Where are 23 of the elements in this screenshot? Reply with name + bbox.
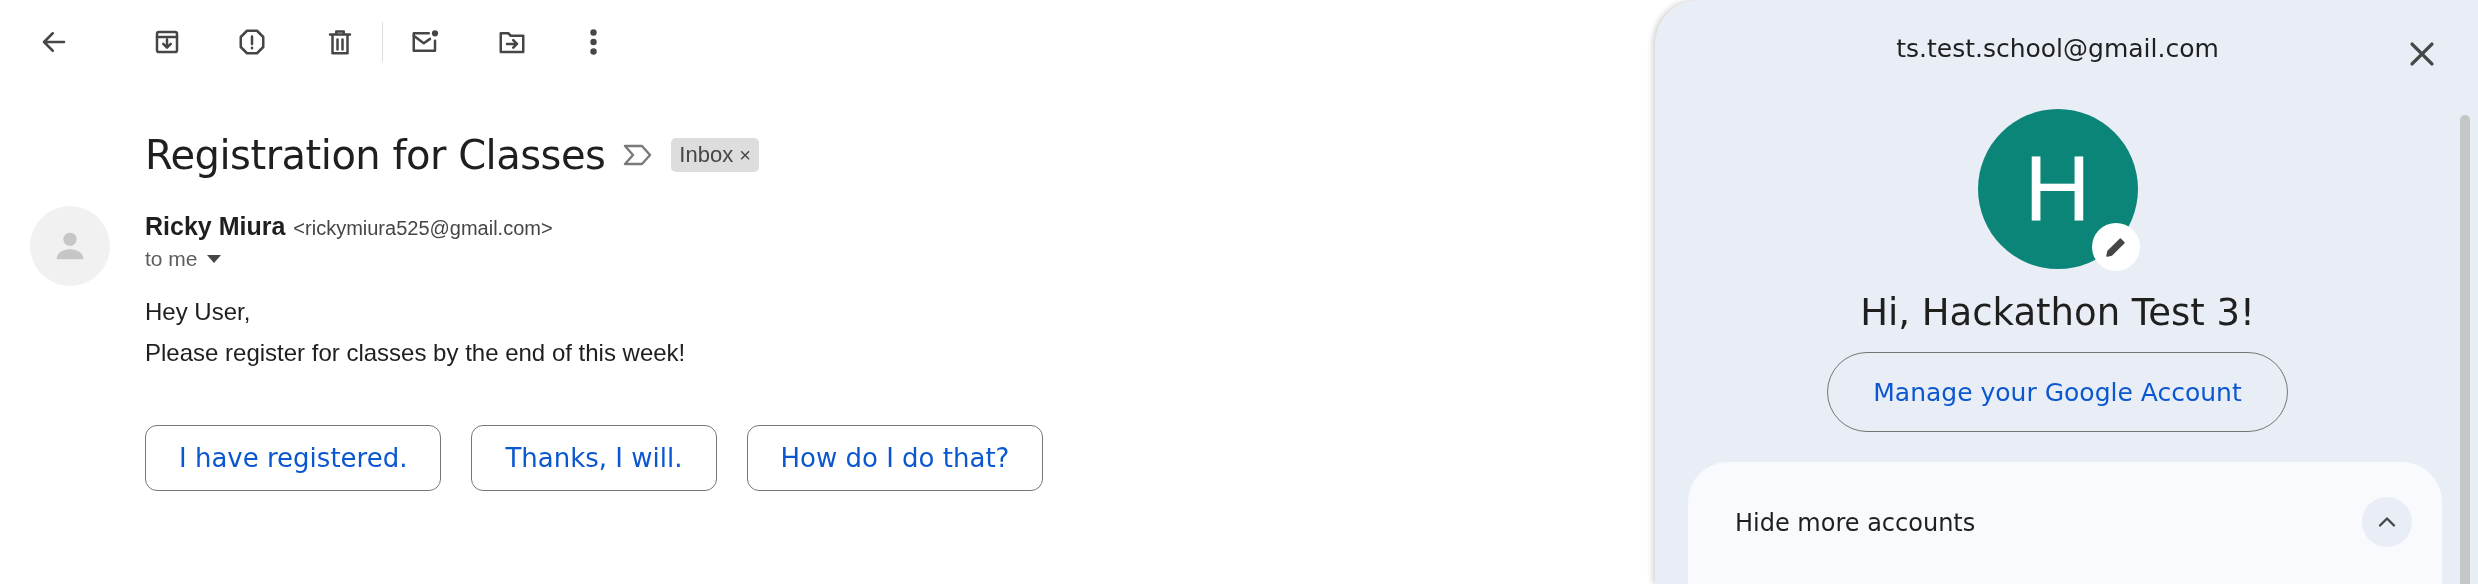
recipient-text: to me [145, 247, 198, 271]
label-chip[interactable]: Inbox × [671, 138, 759, 172]
sender-email: <rickymiura525@gmail.com> [293, 217, 553, 240]
importance-marker-icon[interactable] [623, 143, 654, 167]
edit-photo-button[interactable] [2091, 223, 2140, 271]
more-icon [589, 29, 597, 55]
dropdown-caret-icon[interactable] [205, 254, 222, 264]
account-avatar[interactable]: H [1977, 109, 2138, 269]
spam-icon [237, 27, 267, 57]
label-text: Inbox [679, 142, 734, 168]
smart-reply-button[interactable]: How do I do that? [746, 425, 1044, 491]
smart-reply-button[interactable]: Thanks, I will. [471, 425, 717, 491]
collapse-toggle-button[interactable] [2362, 497, 2412, 547]
accounts-toggle-label[interactable]: Hide more accounts [1735, 509, 1976, 537]
body-text: Hey User, [145, 297, 251, 327]
email-subject: Registration for Classes [145, 132, 606, 178]
scrollbar[interactable] [2460, 115, 2470, 584]
greeting-text: Hi, Hackathon Test 3! [1860, 291, 2255, 334]
smart-reply-button[interactable]: I have registered. [145, 425, 442, 491]
account-email: ts.test.school@gmail.com [1896, 34, 2219, 63]
remove-label-button[interactable]: × [739, 143, 751, 167]
sender-name: Ricky Miura [145, 212, 286, 241]
body-text: Please register for classes by the end of this week! [145, 338, 686, 368]
